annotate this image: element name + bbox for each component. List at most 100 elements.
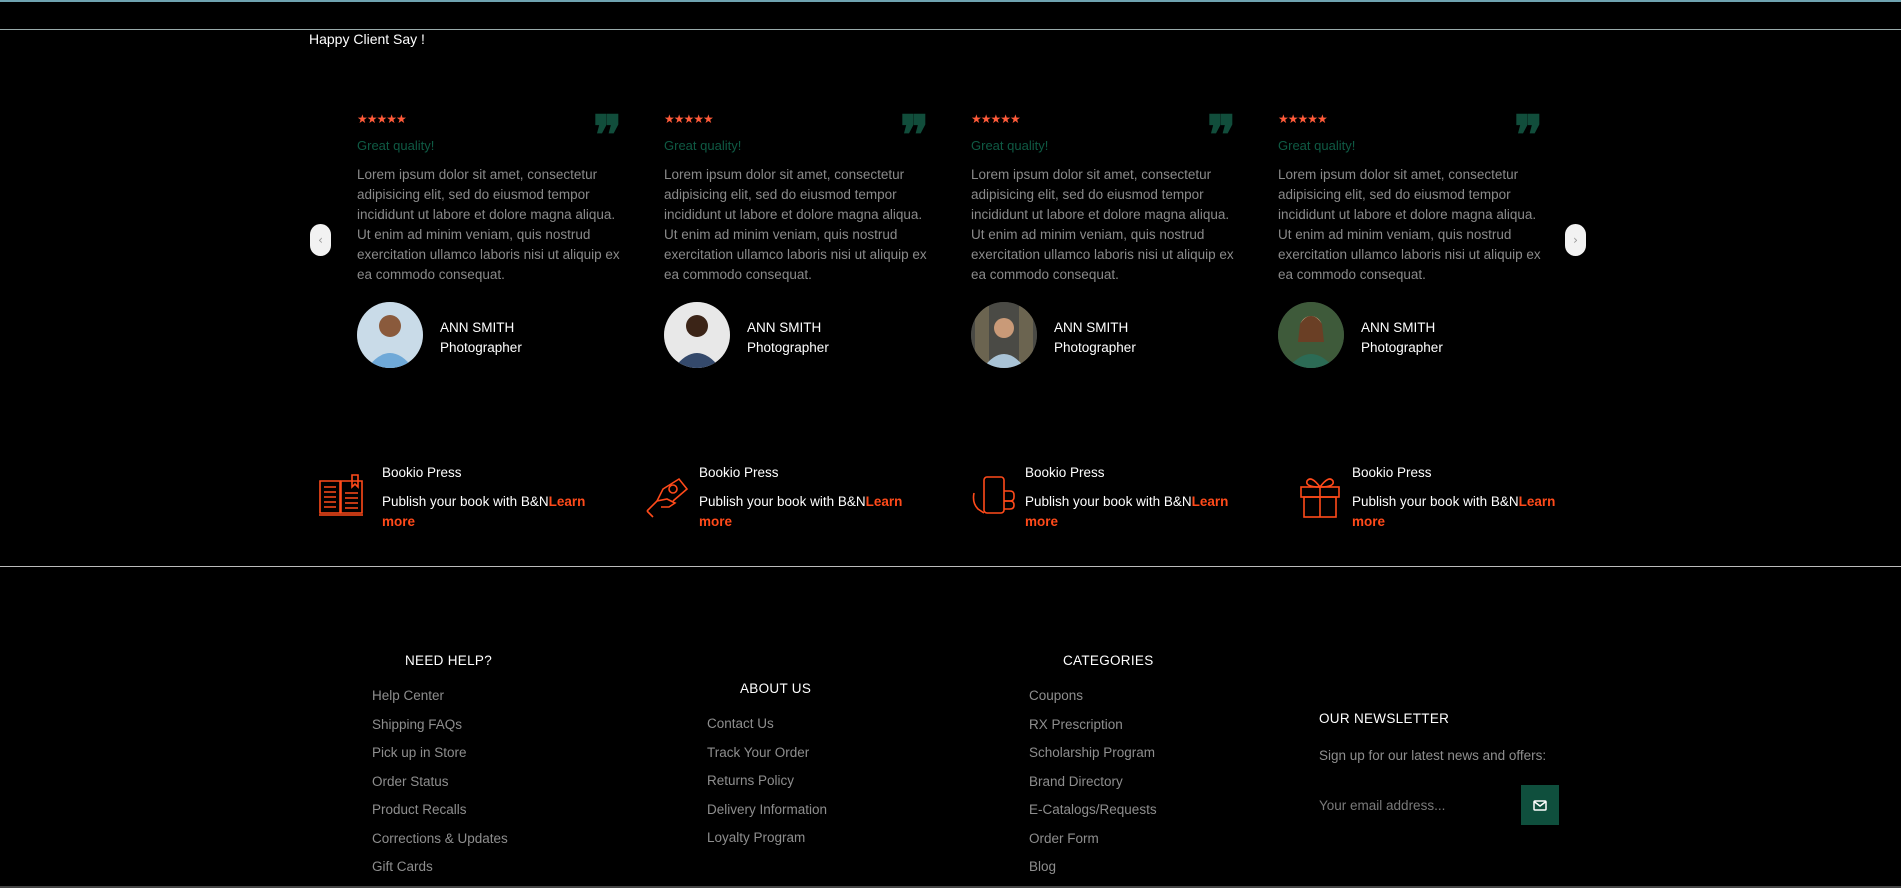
about-us-list: Contact Us Track Your Order Returns Poli… — [707, 716, 827, 859]
footer-divider — [0, 566, 1901, 567]
list-item: Scholarship Program — [1029, 745, 1157, 774]
footer-link[interactable]: Product Recalls — [372, 802, 467, 817]
feature-title: Bookio Press — [699, 465, 779, 480]
feature-text: Publish your book with B&NLearn more — [699, 494, 903, 529]
quote-icon: ❞ — [1207, 103, 1237, 167]
chevron-right-icon: › — [1573, 233, 1578, 247]
testimonial-heading: Great quality! — [971, 138, 1049, 153]
author-name: ANN SMITH — [1361, 320, 1436, 335]
testimonial-card: ★★★★★ ❞ Great quality! Lorem ipsum dolor… — [971, 108, 1241, 378]
carousel-next-button[interactable]: › — [1565, 224, 1586, 256]
footer-link[interactable]: Returns Policy — [707, 773, 794, 788]
footer-link[interactable]: Scholarship Program — [1029, 745, 1155, 760]
feature-text: Publish your book with B&NLearn more — [1025, 494, 1229, 529]
list-item: Help Center — [372, 688, 508, 717]
footer-link[interactable]: Loyalty Program — [707, 830, 805, 845]
testimonial-heading: Great quality! — [357, 138, 435, 153]
rating-stars: ★★★★★ — [357, 112, 407, 126]
list-item: Product Recalls — [372, 802, 508, 831]
author-name: ANN SMITH — [1054, 320, 1129, 335]
list-item: E-Catalogs/Requests — [1029, 802, 1157, 831]
top-border — [0, 0, 1901, 2]
footer-link[interactable]: Order Status — [372, 774, 449, 789]
list-item: Shipping FAQs — [372, 717, 508, 746]
section-title: Happy Client Say ! — [309, 31, 425, 47]
list-item: Contact Us — [707, 716, 827, 745]
testimonial-card: ★★★★★ ❞ Great quality! Lorem ipsum dolor… — [357, 108, 627, 378]
footer-link[interactable]: Gift Cards — [372, 859, 433, 874]
book-open-icon — [317, 473, 365, 519]
list-item: Order Form — [1029, 831, 1157, 860]
list-item: Order Status — [372, 774, 508, 803]
testimonial-body: Lorem ipsum dolor sit amet, consectetur … — [1278, 167, 1541, 282]
footer-link[interactable]: Brand Directory — [1029, 774, 1123, 789]
hand-money-icon — [643, 473, 691, 519]
avatar — [664, 302, 730, 368]
footer-link[interactable]: Corrections & Updates — [372, 831, 508, 846]
email-input[interactable] — [1319, 786, 1519, 824]
list-item: RX Prescription — [1029, 717, 1157, 746]
footer-link[interactable]: Track Your Order — [707, 745, 809, 760]
footer-link[interactable]: Help Center — [372, 688, 444, 703]
author-role: Photographer — [440, 340, 522, 355]
testimonial-card: ★★★★★ ❞ Great quality! Lorem ipsum dolor… — [664, 108, 934, 378]
footer-link[interactable]: Coupons — [1029, 688, 1083, 703]
avatar — [1278, 302, 1344, 368]
feature-title: Bookio Press — [1025, 465, 1105, 480]
gift-icon — [1297, 473, 1345, 519]
categories-title: CATEGORIES — [1063, 653, 1154, 668]
section-top-border — [0, 29, 1901, 30]
feature-item: Bookio Press Publish your book with B&NL… — [970, 465, 1228, 535]
feature-text: Publish your book with B&NLearn more — [382, 494, 586, 529]
footer-link[interactable]: Pick up in Store — [372, 745, 467, 760]
categories-list: Coupons RX Prescription Scholarship Prog… — [1029, 688, 1157, 888]
need-help-list: Help Center Shipping FAQs Pick up in Sto… — [372, 688, 508, 888]
feature-title: Bookio Press — [1352, 465, 1432, 480]
feature-title: Bookio Press — [382, 465, 462, 480]
footer-link[interactable]: Delivery Information — [707, 802, 827, 817]
footer-link[interactable]: E-Catalogs/Requests — [1029, 802, 1157, 817]
list-item: Returns Policy — [707, 773, 827, 802]
footer-link[interactable]: Blog — [1029, 859, 1056, 874]
list-item: Gift Cards — [372, 859, 508, 888]
author-name: ANN SMITH — [747, 320, 822, 335]
rating-stars: ★★★★★ — [971, 112, 1021, 126]
footer-link[interactable]: Order Form — [1029, 831, 1099, 846]
list-item: Coupons — [1029, 688, 1157, 717]
list-item: Pick up in Store — [372, 745, 508, 774]
avatar — [357, 302, 423, 368]
footer-link[interactable]: Contact Us — [707, 716, 774, 731]
footer-link[interactable]: RX Prescription — [1029, 717, 1123, 732]
testimonial-body: Lorem ipsum dolor sit amet, consectetur … — [971, 167, 1234, 282]
testimonial-body: Lorem ipsum dolor sit amet, consectetur … — [664, 167, 927, 282]
list-item: Delivery Information — [707, 802, 827, 831]
list-item: Brand Directory — [1029, 774, 1157, 803]
phone-hand-icon — [970, 473, 1018, 519]
subscribe-button[interactable] — [1521, 785, 1559, 825]
about-us-title: ABOUT US — [740, 681, 812, 696]
author-role: Photographer — [1361, 340, 1443, 355]
list-item: Blog — [1029, 859, 1157, 888]
newsletter-text: Sign up for our latest news and offers: — [1319, 748, 1547, 763]
quote-icon: ❞ — [593, 103, 623, 167]
list-item: Loyalty Program — [707, 830, 827, 859]
feature-item: Bookio Press Publish your book with B&NL… — [643, 465, 902, 535]
feature-item: Bookio Press Publish your book with B&NL… — [317, 465, 585, 535]
quote-icon: ❞ — [1514, 103, 1544, 167]
avatar — [971, 302, 1037, 368]
need-help-title: NEED HELP? — [405, 653, 493, 668]
author-role: Photographer — [747, 340, 829, 355]
footer-link[interactable]: Shipping FAQs — [372, 717, 462, 732]
testimonial-heading: Great quality! — [664, 138, 742, 153]
carousel-prev-button[interactable]: ‹ — [310, 224, 331, 256]
rating-stars: ★★★★★ — [664, 112, 714, 126]
list-item: Track Your Order — [707, 745, 827, 774]
envelope-icon — [1533, 796, 1547, 815]
author-name: ANN SMITH — [440, 320, 515, 335]
newsletter-title: OUR NEWSLETTER — [1319, 711, 1450, 726]
chevron-left-icon: ‹ — [318, 233, 323, 247]
testimonial-card: ★★★★★ ❞ Great quality! Lorem ipsum dolor… — [1278, 108, 1548, 378]
list-item: Corrections & Updates — [372, 831, 508, 860]
testimonial-heading: Great quality! — [1278, 138, 1356, 153]
feature-text: Publish your book with B&NLearn more — [1352, 494, 1556, 529]
